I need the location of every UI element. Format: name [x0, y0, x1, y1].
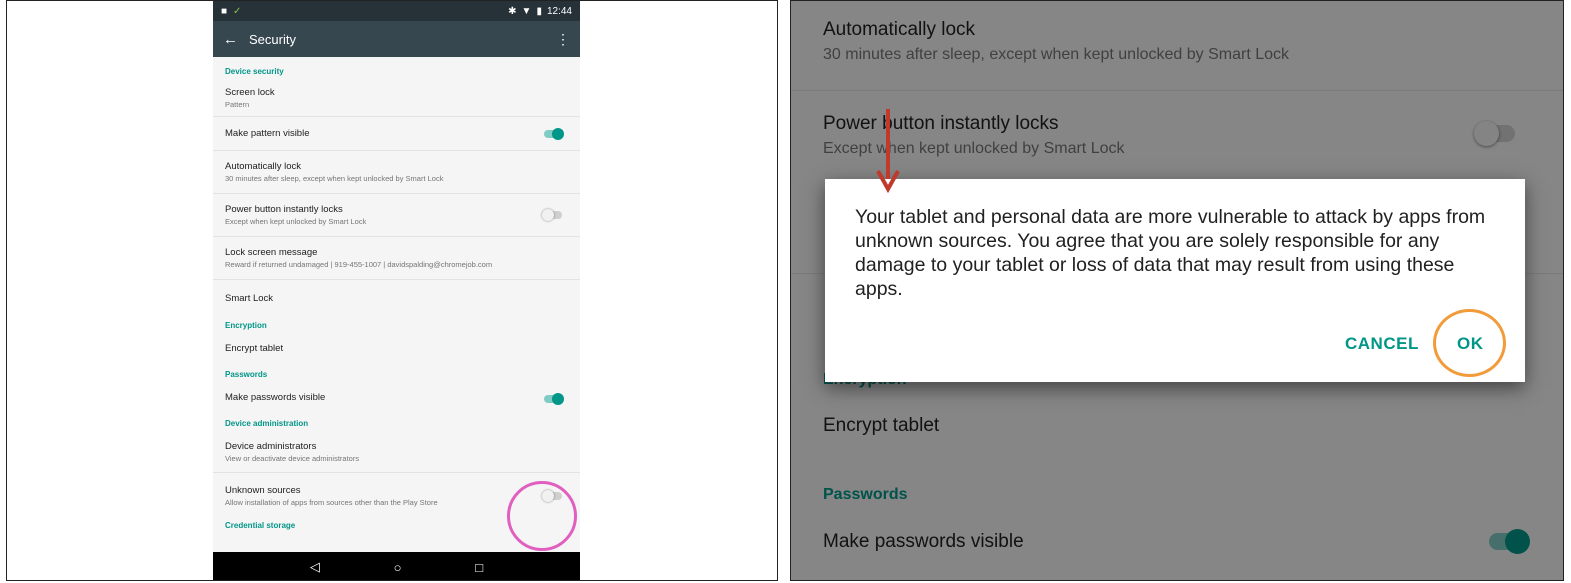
overflow-menu-icon[interactable]: ⋮ — [556, 31, 570, 48]
row-encrypt-tablet[interactable]: Encrypt tablet — [213, 334, 580, 366]
row-title: Make pattern visible — [225, 128, 310, 139]
row-title: Device administrators — [225, 441, 317, 452]
settings-list: Device security Screen lock Pattern Make… — [213, 57, 580, 534]
row-title: Lock screen message — [225, 247, 318, 258]
pattern-visible-toggle[interactable] — [544, 127, 564, 140]
navigation-bar: ◁ ○ □ — [213, 552, 580, 580]
row-subtitle: Except when kept unlocked by Smart Lock — [225, 217, 367, 226]
wifi-icon: ▼ — [521, 5, 532, 17]
row-title: Encrypt tablet — [225, 343, 284, 354]
down-arrow-annotation — [876, 109, 900, 194]
home-circle-icon[interactable]: ○ — [394, 560, 402, 575]
row-subtitle: Reward if returned undamaged | 919-455-1… — [225, 260, 493, 269]
section-header-encryption: Encryption — [225, 321, 267, 330]
row-title: Power button instantly locks — [225, 204, 343, 215]
dialog-message: Your tablet and personal data are more v… — [855, 206, 1486, 300]
passwords-visible-toggle[interactable] — [544, 393, 564, 405]
app-bar: ← Security ⋮ — [213, 21, 580, 57]
section-header-device-security: Device security — [225, 67, 284, 76]
section-header-passwords: Passwords — [225, 370, 268, 379]
right-screenshot-panel: Automatically lock 30 minutes after slee… — [790, 0, 1564, 581]
cancel-button[interactable]: CANCEL — [1345, 334, 1419, 354]
row-automatically-lock[interactable]: Automatically lock 30 minutes after slee… — [213, 151, 580, 194]
power-button-toggle[interactable] — [542, 209, 562, 221]
page-title: Security — [249, 31, 296, 47]
status-time: 12:44 — [546, 5, 572, 17]
ok-highlight-circle — [1433, 309, 1506, 377]
back-arrow-icon[interactable]: ← — [223, 31, 249, 48]
row-subtitle: View or deactivate device administrators — [225, 454, 360, 463]
status-bar: ■ ✓ ✱ ▼ ▮ 12:44 — [213, 1, 580, 21]
row-device-administrators[interactable]: Device administrators View or deactivate… — [213, 432, 580, 473]
left-screenshot-panel: ■ ✓ ✱ ▼ ▮ 12:44 ← Security ⋮ Device secu… — [6, 0, 778, 581]
notification-check-icon: ✓ — [233, 5, 242, 17]
back-triangle-icon[interactable]: ◁ — [310, 559, 320, 575]
row-smart-lock[interactable]: Smart Lock — [213, 280, 580, 317]
unknown-sources-warning-dialog: Your tablet and personal data are more v… — [825, 179, 1525, 382]
bluetooth-icon: ✱ — [508, 5, 517, 17]
row-title: Automatically lock — [225, 161, 302, 172]
row-subtitle: 30 minutes after sleep, except when kept… — [225, 174, 444, 183]
unknown-sources-highlight-circle — [507, 481, 577, 551]
row-lock-screen-message[interactable]: Lock screen message Reward if returned u… — [213, 237, 580, 280]
row-make-pattern-visible[interactable]: Make pattern visible — [213, 117, 580, 151]
row-title: Screen lock — [225, 87, 275, 98]
row-title: Make passwords visible — [225, 392, 326, 403]
row-screen-lock[interactable]: Screen lock Pattern — [213, 80, 580, 117]
recents-square-icon[interactable]: □ — [475, 560, 483, 575]
row-power-button-locks[interactable]: Power button instantly locks Except when… — [213, 194, 580, 237]
row-subtitle: Pattern — [225, 100, 250, 109]
battery-icon: ▮ — [536, 5, 542, 17]
section-header-device-administration: Device administration — [225, 419, 309, 428]
row-title: Smart Lock — [225, 293, 274, 304]
row-make-passwords-visible[interactable]: Make passwords visible — [213, 383, 580, 415]
notification-square-icon: ■ — [221, 5, 228, 17]
